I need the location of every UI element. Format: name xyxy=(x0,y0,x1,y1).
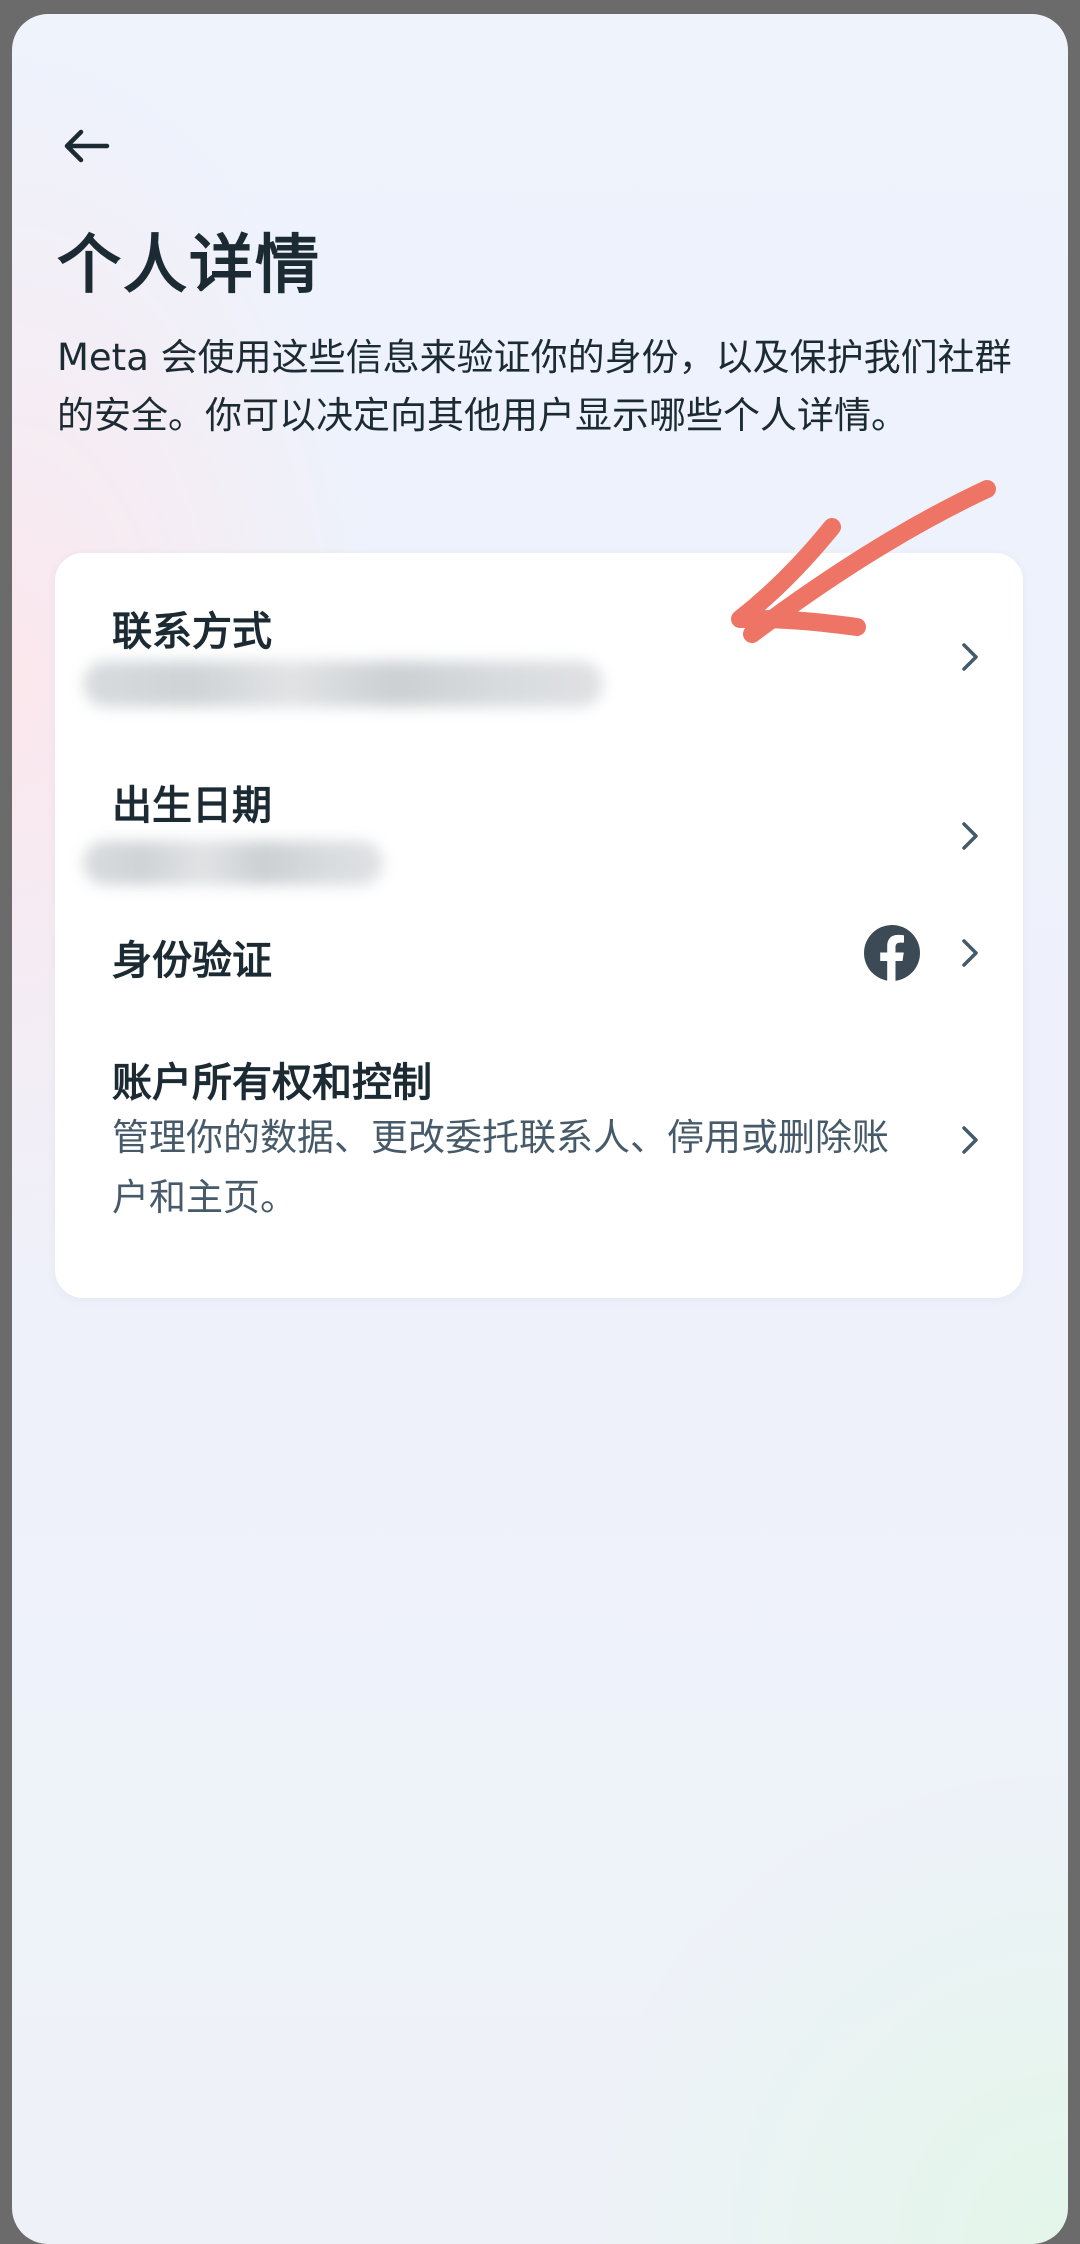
details-card: 联系方式 出生日期 身份验证 账户所有权和控制 管理你的数据、更改委托联系人、停… xyxy=(55,553,1023,1298)
arrow-left-icon xyxy=(64,129,110,163)
page-description: Meta 会使用这些信息来验证你的身份，以及保护我们社群的安全。你可以决定向其他… xyxy=(57,336,1012,437)
identity-verification-label: 身份验证 xyxy=(112,938,272,984)
chevron-right-icon xyxy=(962,1126,978,1154)
redacted-birthday-value xyxy=(83,841,383,885)
contact-info-label: 联系方式 xyxy=(112,609,272,655)
redacted-contact-value xyxy=(83,661,603,707)
birthday-label: 出生日期 xyxy=(112,783,272,829)
identity-verification-row[interactable]: 身份验证 xyxy=(55,888,1023,1018)
screen: 个人详情 Meta 会使用这些信息来验证你的身份，以及保护我们社群的安全。你可以… xyxy=(12,14,1068,2244)
facebook-icon xyxy=(864,925,920,982)
account-ownership-subtitle: 管理你的数据、更改委托联系人、停用或删除账户和主页。 xyxy=(112,1116,889,1219)
page-title: 个人详情 xyxy=(57,229,321,303)
account-ownership-row[interactable]: 账户所有权和控制 管理你的数据、更改委托联系人、停用或删除账户和主页。 xyxy=(55,1018,1023,1298)
chevron-right-icon xyxy=(962,643,978,671)
chevron-right-icon xyxy=(962,822,978,850)
chevron-right-icon xyxy=(962,939,978,967)
back-button[interactable] xyxy=(54,114,118,178)
birthday-row[interactable]: 出生日期 xyxy=(55,713,1023,888)
account-ownership-label: 账户所有权和控制 xyxy=(112,1060,432,1106)
contact-info-row[interactable]: 联系方式 xyxy=(55,553,1023,713)
